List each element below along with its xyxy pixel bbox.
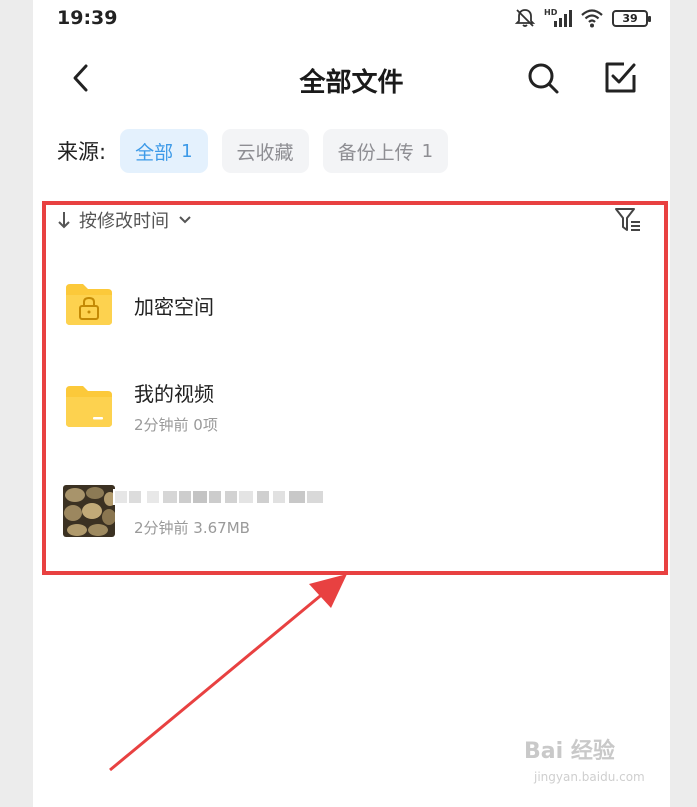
watermark-url: jingyan.baidu.com <box>534 770 645 784</box>
annotation-arrow <box>109 574 347 772</box>
watermark-logo: Bai 经验 <box>524 739 615 764</box>
